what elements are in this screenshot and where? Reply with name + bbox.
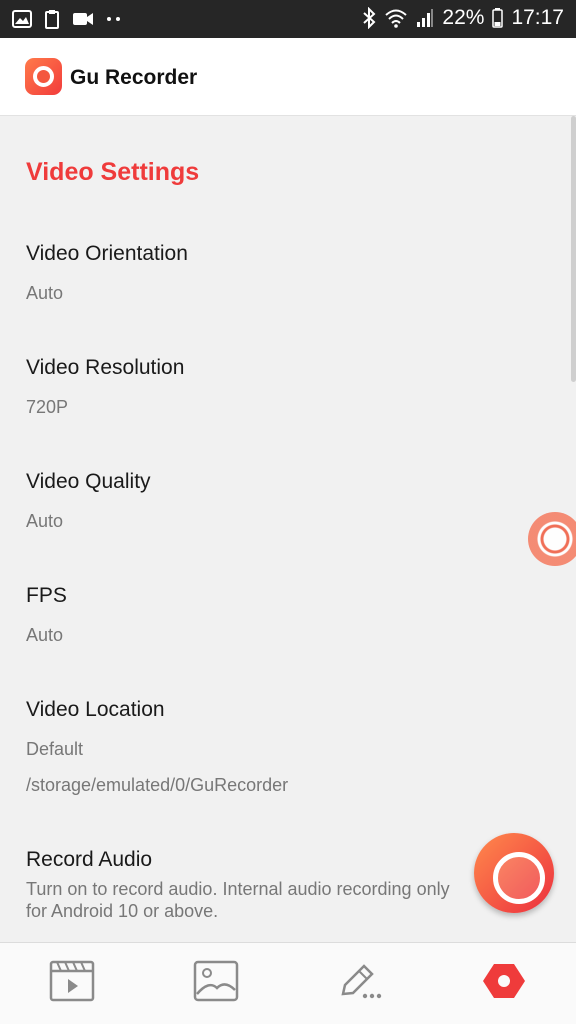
setting-video-quality[interactable]: Video Quality Auto <box>0 470 576 540</box>
video-list-icon <box>49 960 95 1007</box>
setting-title: Video Resolution <box>26 356 185 379</box>
gu-recorder-logo-icon <box>25 58 62 95</box>
scrollbar[interactable] <box>571 116 576 382</box>
battery-percent: 22% <box>442 6 485 29</box>
nav-gallery[interactable] <box>192 960 240 1007</box>
nav-edit[interactable] <box>336 961 384 1005</box>
signal-icon <box>416 8 434 28</box>
nav-video-list[interactable] <box>48 960 96 1007</box>
app-title: Gu Recorder <box>70 66 198 89</box>
setting-title: Record Audio <box>26 848 153 871</box>
setting-video-orientation[interactable]: Video Orientation Auto <box>0 242 576 312</box>
setting-path: /storage/emulated/0/GuRecorder <box>26 775 289 795</box>
video-camera-icon <box>72 11 94 27</box>
setting-title: Video Quality <box>26 470 151 493</box>
setting-value: Default <box>26 739 84 759</box>
bluetooth-icon <box>362 7 376 29</box>
edit-icon <box>337 960 383 1007</box>
wifi-icon <box>384 8 408 28</box>
setting-video-resolution[interactable]: Video Resolution 720P <box>0 356 576 426</box>
floating-record-bubble[interactable] <box>528 512 576 566</box>
clipboard-icon <box>44 9 60 29</box>
bottom-navigation <box>0 942 576 1024</box>
setting-value: Auto <box>26 511 64 531</box>
setting-title: FPS <box>26 584 67 607</box>
image-icon <box>12 10 32 28</box>
battery-icon <box>492 8 504 28</box>
clock: 17:17 <box>511 6 564 29</box>
setting-title: Video Location <box>26 698 165 721</box>
section-title: Video Settings <box>26 158 200 186</box>
setting-description: Turn on to record audio. Internal audio … <box>26 879 450 921</box>
setting-value: Auto <box>26 625 64 645</box>
setting-value: Auto <box>26 283 64 303</box>
setting-title: Video Orientation <box>26 242 188 265</box>
setting-video-location[interactable]: Video Location Default /storage/emulated… <box>0 698 576 804</box>
settings-icon <box>481 960 527 1007</box>
app-bar: Gu Recorder <box>0 38 576 116</box>
settings-list: Video Settings Video Orientation Auto Vi… <box>0 116 576 942</box>
status-bar: 22% 17:17 <box>0 0 576 38</box>
gallery-icon <box>193 960 239 1007</box>
more-dots-icon <box>106 16 122 22</box>
setting-fps[interactable]: FPS Auto <box>0 584 576 654</box>
record-fab-button[interactable] <box>474 833 554 913</box>
nav-settings[interactable] <box>480 961 528 1005</box>
setting-value: 720P <box>26 397 69 417</box>
